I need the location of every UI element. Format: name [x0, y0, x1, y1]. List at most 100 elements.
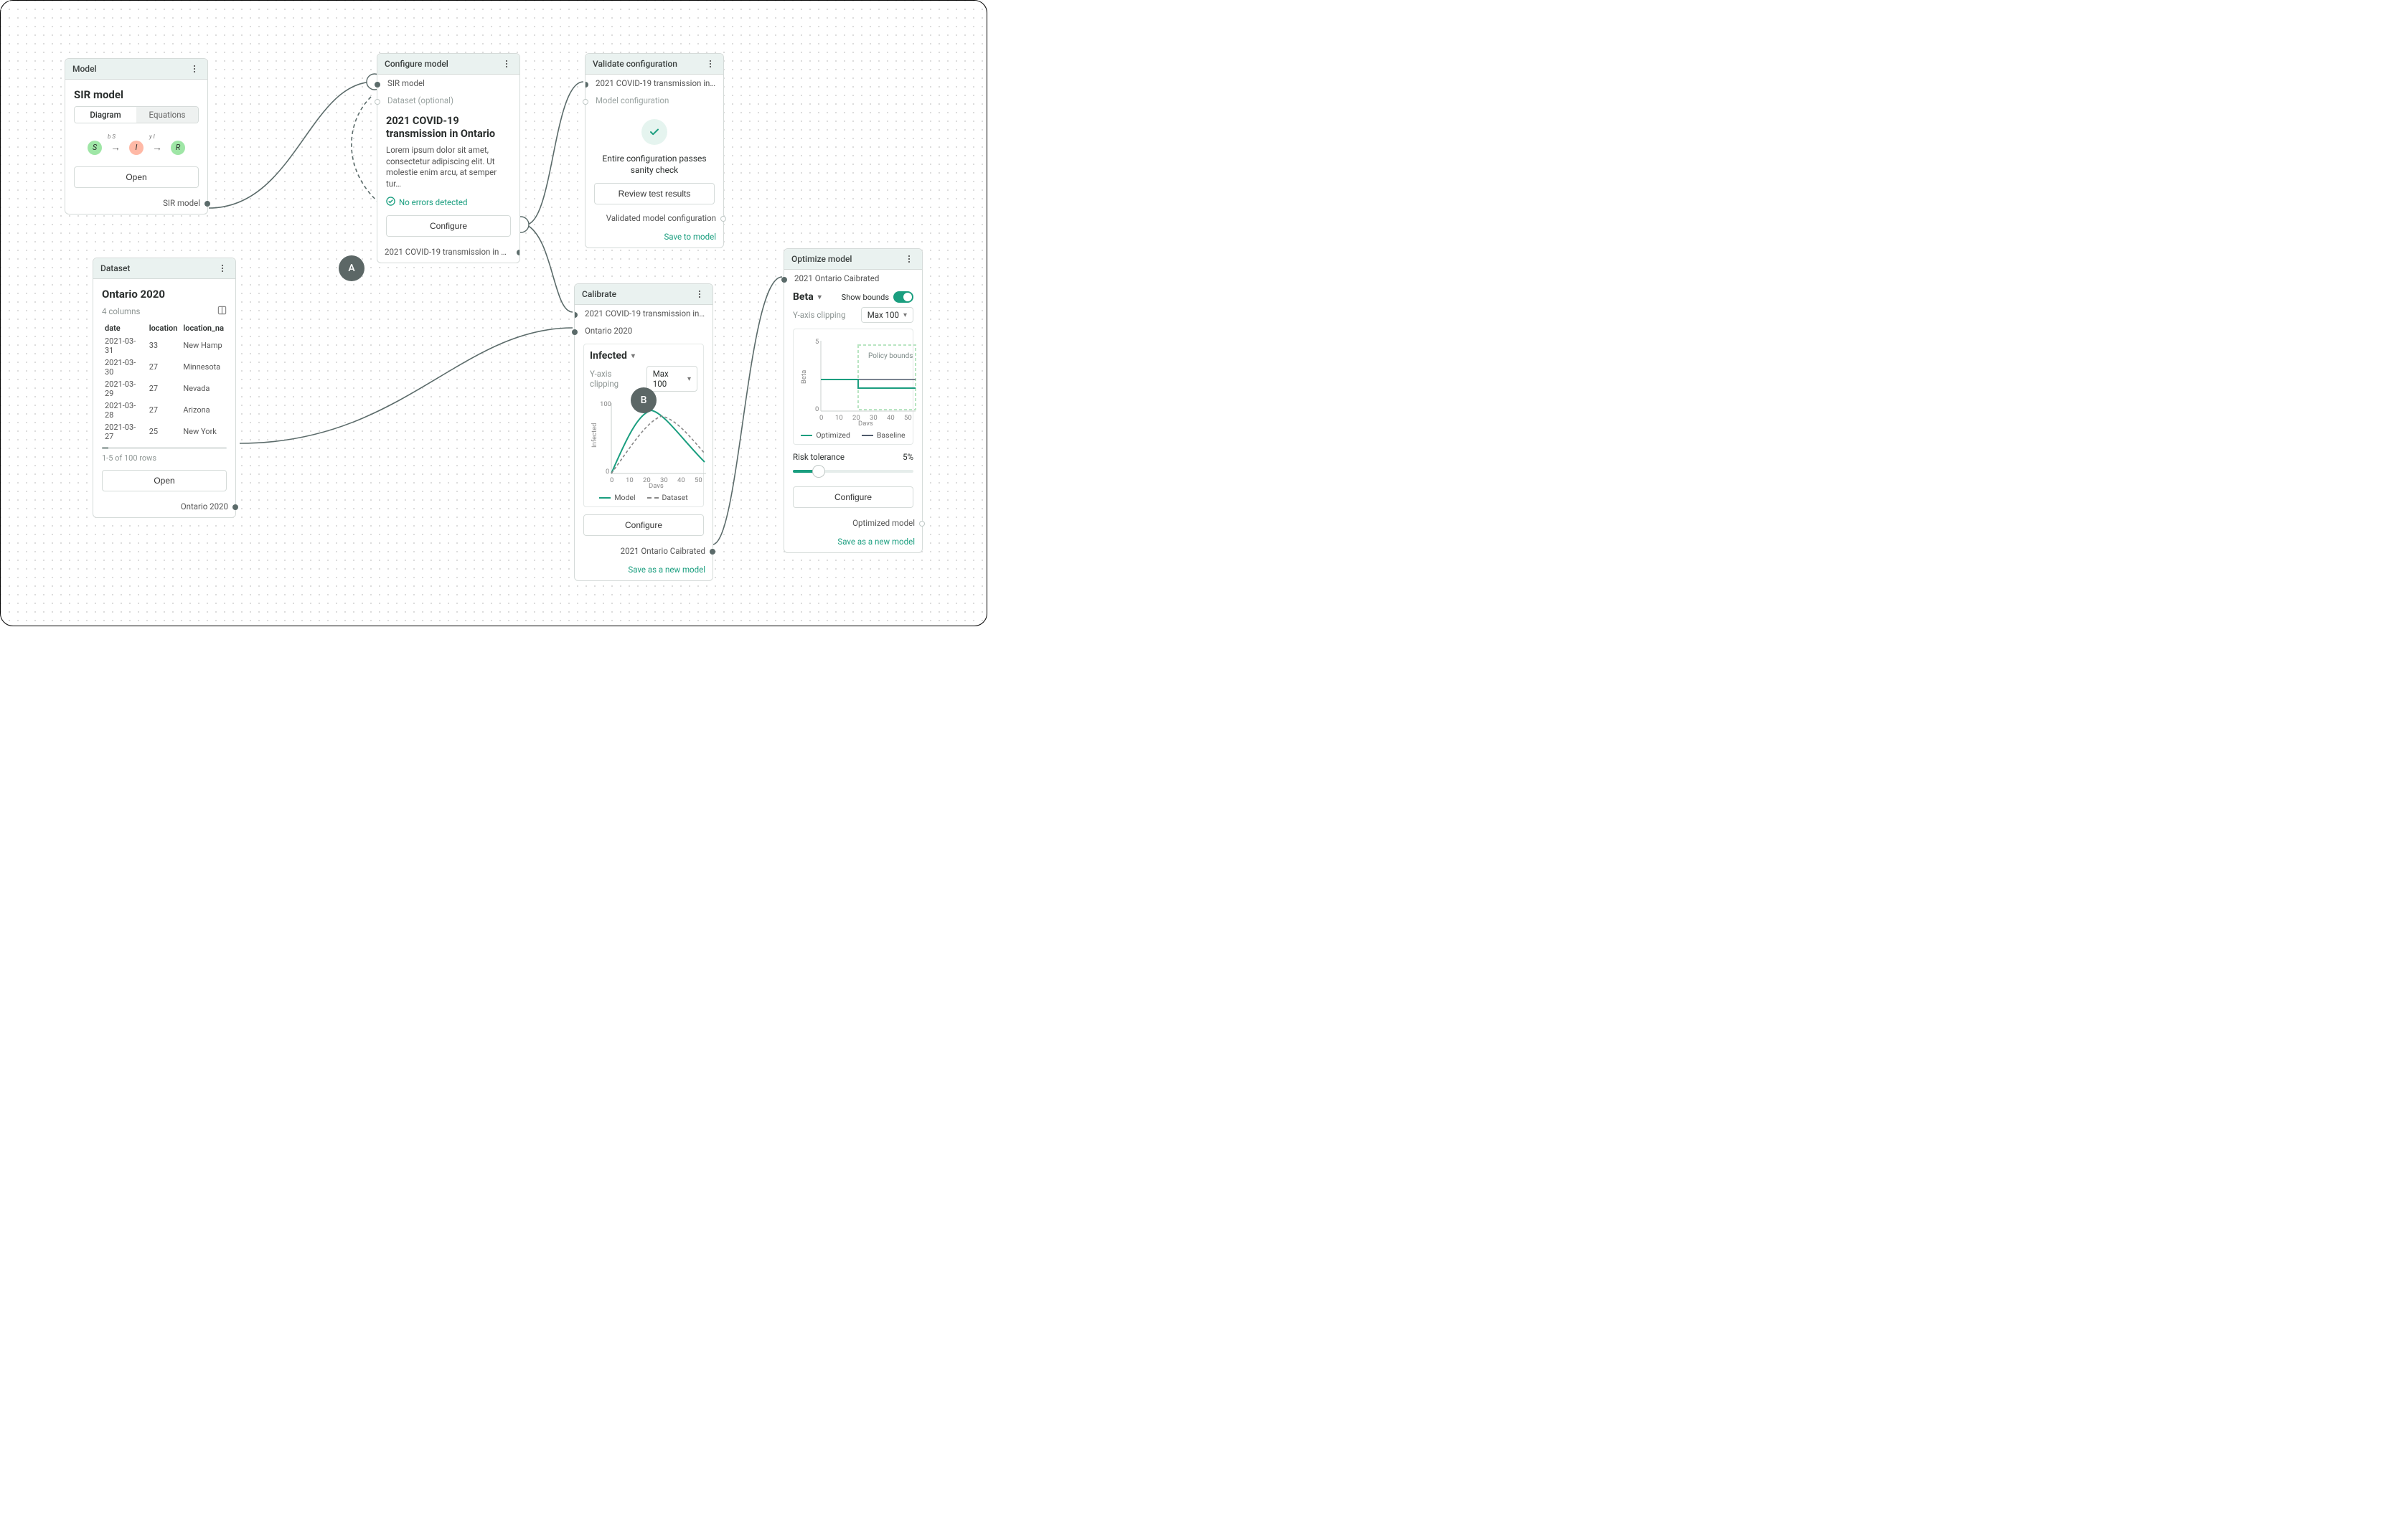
- calibrate-in-dataset: Ontario 2020: [585, 326, 632, 336]
- calibrate-configure-button[interactable]: Configure: [583, 514, 704, 536]
- save-to-model-link[interactable]: Save to model: [664, 232, 716, 242]
- risk-value: 5%: [903, 452, 913, 462]
- open-model-button[interactable]: Open: [74, 166, 199, 188]
- tab-equations[interactable]: Equations: [136, 107, 198, 123]
- optimize-configure-button[interactable]: Configure: [793, 486, 913, 508]
- workflow-canvas[interactable]: A Model SIR model Diagram Equations S →b…: [1, 1, 987, 626]
- port-out[interactable]: [204, 201, 210, 207]
- configure-button[interactable]: Configure: [386, 215, 511, 237]
- sir-diagram: S →b S I →y I R: [74, 131, 199, 166]
- svg-text:40: 40: [887, 414, 895, 422]
- yclip-select[interactable]: Max 100 ▾: [861, 307, 913, 323]
- dataset-output-label: Ontario 2020: [181, 501, 228, 512]
- node-optimize-model[interactable]: Optimize model 2021 Ontario Caibrated Be…: [784, 248, 923, 553]
- no-errors-label: No errors detected: [399, 197, 467, 207]
- port-out[interactable]: [710, 549, 715, 555]
- node-configure-model[interactable]: Configure model SIR model Dataset (optio…: [377, 53, 520, 263]
- dataset-row-note: 1-5 of 100 rows: [102, 453, 227, 463]
- port-in-optional[interactable]: [375, 99, 380, 105]
- table-row: 2021-03-3027Minnesota: [102, 357, 227, 378]
- node-model[interactable]: Model SIR model Diagram Equations S →b S…: [65, 58, 208, 214]
- port-in[interactable]: [575, 312, 578, 318]
- model-name: SIR model: [74, 88, 199, 102]
- risk-slider[interactable]: [793, 465, 913, 478]
- port-out[interactable]: [919, 521, 925, 527]
- save-as-new-model-link[interactable]: Save as a new model: [628, 565, 705, 575]
- optimize-plot: Beta 5 0 Policy bounds 0 10 20 30 40 50 …: [799, 335, 918, 425]
- chevron-down-icon: ▾: [631, 352, 635, 360]
- in-dataset-label: Dataset (optional): [387, 95, 453, 105]
- node-validate-title: Validate configuration: [593, 59, 677, 69]
- risk-label: Risk tolerance: [793, 452, 845, 462]
- port-in[interactable]: [572, 329, 578, 335]
- port-out[interactable]: [517, 250, 519, 255]
- svg-text:10: 10: [835, 414, 843, 422]
- dataset-preview-table: date location location_na 2021-03-3133Ne…: [102, 321, 227, 443]
- in-model-config-label: Model configuration: [596, 95, 669, 105]
- annotation-badge-b-label: B: [641, 395, 647, 406]
- table-row: 2021-03-2927Nevada: [102, 378, 227, 400]
- show-bounds-label: Show bounds: [842, 293, 889, 302]
- port-out[interactable]: [720, 216, 726, 222]
- port-in[interactable]: [781, 277, 787, 283]
- col-header: location: [146, 321, 181, 335]
- yclip-select[interactable]: Max 100 ▾: [646, 366, 697, 392]
- more-icon[interactable]: [217, 263, 228, 274]
- columns-icon[interactable]: [217, 306, 227, 317]
- svg-text:Days: Days: [649, 482, 664, 488]
- node-calibrate[interactable]: Calibrate 2021 COVID-19 transmission in …: [574, 283, 713, 581]
- port-out[interactable]: [232, 504, 238, 510]
- save-as-new-model-link[interactable]: Save as a new model: [837, 537, 915, 547]
- table-row: 2021-03-3133New Hamp: [102, 335, 227, 357]
- svg-text:0: 0: [815, 405, 819, 413]
- node-calibrate-title: Calibrate: [582, 289, 616, 299]
- chevron-down-icon: ▾: [903, 311, 907, 319]
- col-header: date: [102, 321, 146, 335]
- node-dataset-title: Dataset: [100, 263, 130, 273]
- svg-text:Infected: Infected: [591, 423, 598, 448]
- sir-node-s: S: [88, 141, 102, 155]
- calibrate-in-config: 2021 COVID-19 transmission in Onta…: [585, 308, 705, 319]
- svg-text:10: 10: [626, 476, 634, 484]
- table-row: 2021-03-2725New York: [102, 421, 227, 443]
- col-header: location_na: [180, 321, 227, 335]
- show-bounds-toggle[interactable]: [893, 291, 913, 303]
- more-icon[interactable]: [903, 253, 915, 265]
- svg-text:0: 0: [819, 414, 823, 422]
- calibrate-chart: Infected ▾ Y-axis clipping Max 100 ▾ Inf…: [583, 344, 704, 507]
- config-title: 2021 COVID-19 transmission in Ontario: [386, 115, 511, 141]
- model-view-tabs[interactable]: Diagram Equations: [74, 106, 199, 123]
- review-results-button[interactable]: Review test results: [594, 183, 715, 204]
- config-description: Lorem ipsum dolor sit amet, consectetur …: [386, 145, 511, 189]
- more-icon[interactable]: [501, 58, 512, 70]
- more-icon[interactable]: [694, 288, 705, 300]
- annotation-badge-a: A: [339, 255, 365, 281]
- configure-output-label: 2021 COVID-19 transmission in On…: [385, 247, 508, 257]
- node-validate-configuration[interactable]: Validate configuration 2021 COVID-19 tra…: [585, 53, 724, 248]
- check-icon: [386, 197, 395, 208]
- svg-text:Beta: Beta: [800, 370, 808, 384]
- node-dataset[interactable]: Dataset Ontario 2020 4 columns date loca…: [93, 258, 236, 518]
- in-model-label: SIR model: [387, 78, 425, 88]
- svg-text:0: 0: [610, 476, 613, 484]
- variable-select[interactable]: Infected ▾: [590, 350, 697, 362]
- calibrate-output-label: 2021 Ontario Caibrated: [621, 546, 705, 556]
- svg-text:100: 100: [600, 400, 611, 408]
- yclip-label: Y-axis clipping: [793, 310, 845, 320]
- port-in[interactable]: [375, 82, 380, 88]
- optimize-chart: Beta 5 0 Policy bounds 0 10 20 30 40 50 …: [793, 329, 913, 445]
- open-dataset-button[interactable]: Open: [102, 470, 227, 491]
- annotation-badge-a-label: A: [348, 263, 354, 274]
- variable-select[interactable]: Beta ▾: [793, 291, 822, 303]
- node-model-title: Model: [72, 64, 97, 74]
- sir-node-r: R: [171, 141, 185, 155]
- tab-diagram[interactable]: Diagram: [75, 107, 136, 123]
- port-in[interactable]: [585, 82, 588, 88]
- more-icon[interactable]: [705, 58, 716, 70]
- chevron-down-icon: ▾: [818, 293, 822, 301]
- validate-pass-message: Entire configuration passes sanity check: [594, 154, 715, 176]
- model-output-label: SIR model: [163, 198, 200, 208]
- port-in-optional[interactable]: [583, 99, 588, 105]
- more-icon[interactable]: [189, 63, 200, 75]
- svg-text:50: 50: [904, 414, 912, 422]
